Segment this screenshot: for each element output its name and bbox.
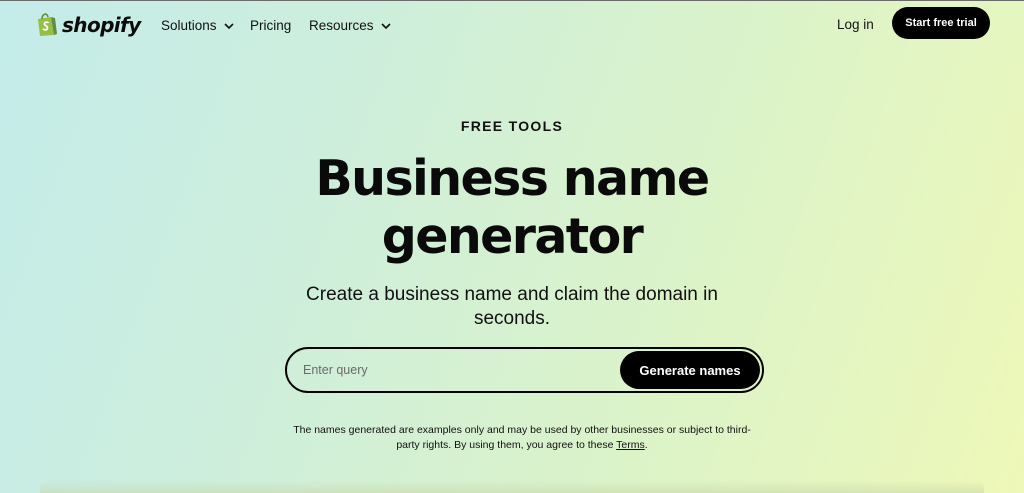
- shopify-logo[interactable]: shopify: [35, 12, 141, 37]
- nav-resources-label: Resources: [309, 18, 374, 33]
- shopping-bag-icon: [38, 13, 57, 36]
- chevron-down-icon: [380, 22, 391, 29]
- disclaimer-body: The names generated are examples only an…: [293, 424, 751, 451]
- page-title: Business name generator: [315, 150, 710, 265]
- query-input[interactable]: [303, 359, 613, 381]
- disclaimer-text: The names generated are examples only an…: [282, 423, 762, 453]
- login-link[interactable]: Log in: [837, 17, 874, 32]
- content-card-edge: [40, 480, 984, 493]
- nav-pricing-label: Pricing: [250, 18, 292, 33]
- eyebrow-label: FREE TOOLS: [460, 118, 564, 134]
- disclaimer-suffix: .: [644, 439, 648, 451]
- name-generator-form: Generate names: [285, 347, 764, 393]
- start-free-trial-button[interactable]: Start free trial: [892, 7, 990, 39]
- nav-resources[interactable]: Resources: [309, 17, 391, 34]
- page-subtitle: Create a business name and claim the dom…: [306, 284, 718, 329]
- nav-pricing[interactable]: Pricing: [250, 17, 291, 34]
- nav-solutions[interactable]: Solutions: [161, 17, 234, 34]
- logo-wordmark: shopify: [62, 12, 141, 37]
- terms-link[interactable]: Terms: [616, 439, 645, 451]
- chevron-down-icon: [223, 22, 234, 29]
- nav-solutions-label: Solutions: [161, 18, 217, 33]
- site-header: shopify Solutions Pricing Resources Log …: [0, 0, 1024, 50]
- generate-names-button[interactable]: Generate names: [620, 351, 760, 389]
